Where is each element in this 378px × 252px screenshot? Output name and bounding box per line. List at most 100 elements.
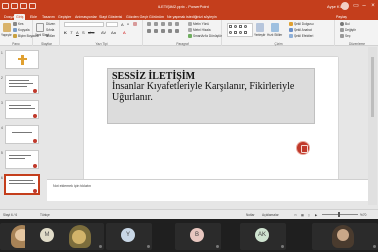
reading-view-icon[interactable]: ▯ bbox=[308, 213, 310, 217]
italic-icon[interactable]: T bbox=[70, 30, 72, 35]
bullets-icon[interactable] bbox=[147, 22, 151, 26]
slide-thumbnail[interactable]: 1 bbox=[1, 50, 39, 69]
columns-icon[interactable] bbox=[175, 29, 179, 33]
ribbon-display-icon[interactable]: ▭ bbox=[352, 2, 360, 10]
status-bar: Slayt 6 / 6 Türkçe Notlar Açıklamalar ▭ … bbox=[0, 209, 378, 219]
replace-button[interactable]: Değiştir bbox=[340, 28, 356, 32]
smartart-button[interactable]: SmartArt'a Dönüştür bbox=[188, 34, 222, 38]
font-size-select[interactable] bbox=[106, 22, 118, 27]
participant-tile[interactable] bbox=[58, 223, 104, 250]
change-case-icon[interactable]: Aa bbox=[111, 30, 116, 35]
title-textbox[interactable]: SESSİZ İLETİŞİM İnsanlar Kıyafetleriyle … bbox=[107, 68, 315, 124]
font-color-icon[interactable]: A bbox=[123, 30, 126, 35]
slide-thumbnail[interactable]: 3 bbox=[1, 100, 39, 119]
participant-tile[interactable]: AK bbox=[240, 223, 286, 250]
clear-format-icon[interactable] bbox=[133, 22, 137, 26]
user-avatar[interactable] bbox=[341, 2, 349, 10]
shape-fill-button[interactable]: Şekil Dolgusu bbox=[289, 22, 314, 26]
participant-avatar: B bbox=[190, 228, 204, 242]
slideshow-view-icon[interactable]: ▶ bbox=[315, 213, 317, 217]
select-icon bbox=[340, 34, 344, 38]
arrange-icon[interactable] bbox=[256, 23, 264, 32]
window-title: iLETiŞiM2.pptx - PowerPoint bbox=[158, 4, 209, 9]
section-button[interactable]: Bölüm bbox=[46, 34, 55, 38]
vertical-scrollbar[interactable] bbox=[368, 47, 377, 205]
zoom-slider-knob[interactable] bbox=[338, 212, 340, 217]
arrange-button[interactable]: Yerleştir bbox=[254, 33, 265, 37]
slide-thumbnail-pane: 1 2 3 4 5 6 bbox=[0, 47, 46, 205]
scrollbar-thumb[interactable] bbox=[371, 57, 374, 117]
slide-canvas[interactable]: SESSİZ İLETİŞİM İnsanlar Kıyafetleriyle … bbox=[84, 57, 338, 187]
shrink-font-icon[interactable]: A bbox=[127, 22, 129, 26]
align-left-icon[interactable] bbox=[147, 29, 151, 33]
zoom-level[interactable]: %70 bbox=[360, 213, 366, 217]
slide-thumbnail[interactable]: 2 bbox=[1, 75, 39, 94]
slide-counter: Slayt 6 / 6 bbox=[3, 213, 18, 217]
notes-button[interactable]: Notlar bbox=[246, 213, 255, 217]
normal-view-icon[interactable]: ▭ bbox=[294, 213, 297, 217]
language-indicator[interactable]: Türkçe bbox=[40, 213, 50, 217]
shape-outline-button[interactable]: Şekil Anahat bbox=[289, 28, 312, 32]
find-button[interactable]: Bul bbox=[340, 22, 350, 26]
present-icon[interactable] bbox=[29, 3, 36, 9]
align-text-button[interactable]: Metni Hizala bbox=[188, 28, 211, 32]
slide-thumbnail[interactable]: 4 bbox=[1, 125, 39, 144]
text-direction-button[interactable]: Metin Yönü bbox=[188, 22, 209, 26]
bold-icon[interactable]: K bbox=[64, 30, 67, 35]
grow-font-icon[interactable]: A bbox=[121, 22, 124, 27]
editing-group: Bul Değiştir Seç Düzenleme bbox=[336, 20, 378, 46]
cut-button[interactable]: Kes bbox=[13, 22, 24, 26]
participant-tile[interactable]: B bbox=[175, 223, 221, 250]
quick-access-toolbar bbox=[2, 3, 36, 9]
align-right-icon[interactable] bbox=[161, 29, 165, 33]
font-name-select[interactable] bbox=[64, 22, 104, 27]
logo-icon[interactable] bbox=[296, 141, 310, 155]
justify-icon[interactable] bbox=[168, 29, 172, 33]
shapes-gallery[interactable] bbox=[227, 23, 253, 37]
slide-thumbnail[interactable]: 5 bbox=[1, 150, 39, 169]
participant-avatar: AK bbox=[255, 228, 269, 242]
slide-subtitle[interactable]: İnsanlar Kıyafetleriyle Karşılanır, Fiki… bbox=[112, 81, 312, 103]
quick-styles-icon[interactable] bbox=[271, 23, 279, 32]
spacing-icon[interactable]: AV bbox=[101, 30, 106, 35]
underline-icon[interactable]: A bbox=[76, 30, 79, 35]
shadow-icon[interactable]: S bbox=[82, 30, 85, 35]
slides-group: Yeni Slayt Düzen Sıfırla Bölüm Slaytlar bbox=[34, 20, 60, 46]
reset-button[interactable]: Sıfırla bbox=[46, 28, 54, 32]
sorter-view-icon[interactable]: ▦ bbox=[301, 213, 304, 217]
paste-button[interactable]: Yapıştır bbox=[1, 33, 12, 37]
decrease-indent-icon[interactable] bbox=[161, 22, 165, 26]
minimize-icon[interactable]: – bbox=[360, 2, 368, 10]
font-group: A A K T A S abc AV Aa A Yazı Tipi bbox=[61, 20, 143, 46]
paragraph-group: Metin Yönü Metni Hizala SmartArt'a Dönüş… bbox=[144, 20, 222, 46]
participant-tile[interactable]: Y bbox=[106, 223, 152, 250]
new-slide-icon[interactable] bbox=[36, 23, 44, 32]
smartart-icon bbox=[188, 34, 192, 38]
increase-indent-icon[interactable] bbox=[168, 22, 172, 26]
line-spacing-icon[interactable] bbox=[175, 22, 179, 26]
layout-button[interactable]: Düzen bbox=[46, 22, 55, 26]
quick-styles-button[interactable]: Hızlı Stiller bbox=[267, 33, 282, 37]
numbering-icon[interactable] bbox=[154, 22, 158, 26]
notes-pane[interactable]: Not eklemek için tıklatın bbox=[47, 179, 368, 201]
align-text-icon bbox=[188, 28, 192, 32]
select-button[interactable]: Seç bbox=[340, 34, 351, 38]
comments-button[interactable]: Açıklamalar bbox=[262, 213, 279, 217]
close-icon[interactable]: × bbox=[369, 2, 377, 10]
participant-tile[interactable] bbox=[312, 223, 378, 250]
align-center-icon[interactable] bbox=[154, 29, 158, 33]
title-bar: iLETiŞiM2.pptx - PowerPoint Ayşe KIRLI ▭… bbox=[0, 0, 378, 13]
strikethrough-icon[interactable]: abc bbox=[88, 30, 94, 35]
save-icon[interactable] bbox=[2, 3, 9, 9]
redo-icon[interactable] bbox=[20, 3, 27, 9]
zoom-slider[interactable] bbox=[322, 214, 358, 215]
mic-muted-icon bbox=[373, 245, 376, 248]
notes-placeholder[interactable]: Not eklemek için tıklatın bbox=[53, 184, 91, 188]
scissors-icon bbox=[13, 22, 17, 26]
slide-thumbnail-selected[interactable]: 6 bbox=[1, 174, 40, 195]
paste-icon[interactable] bbox=[3, 23, 11, 32]
copy-button[interactable]: Kopyala bbox=[13, 28, 30, 32]
undo-icon[interactable] bbox=[11, 3, 18, 9]
shape-effects-button[interactable]: Şekil Efektleri bbox=[289, 34, 313, 38]
outline-icon bbox=[289, 28, 293, 32]
